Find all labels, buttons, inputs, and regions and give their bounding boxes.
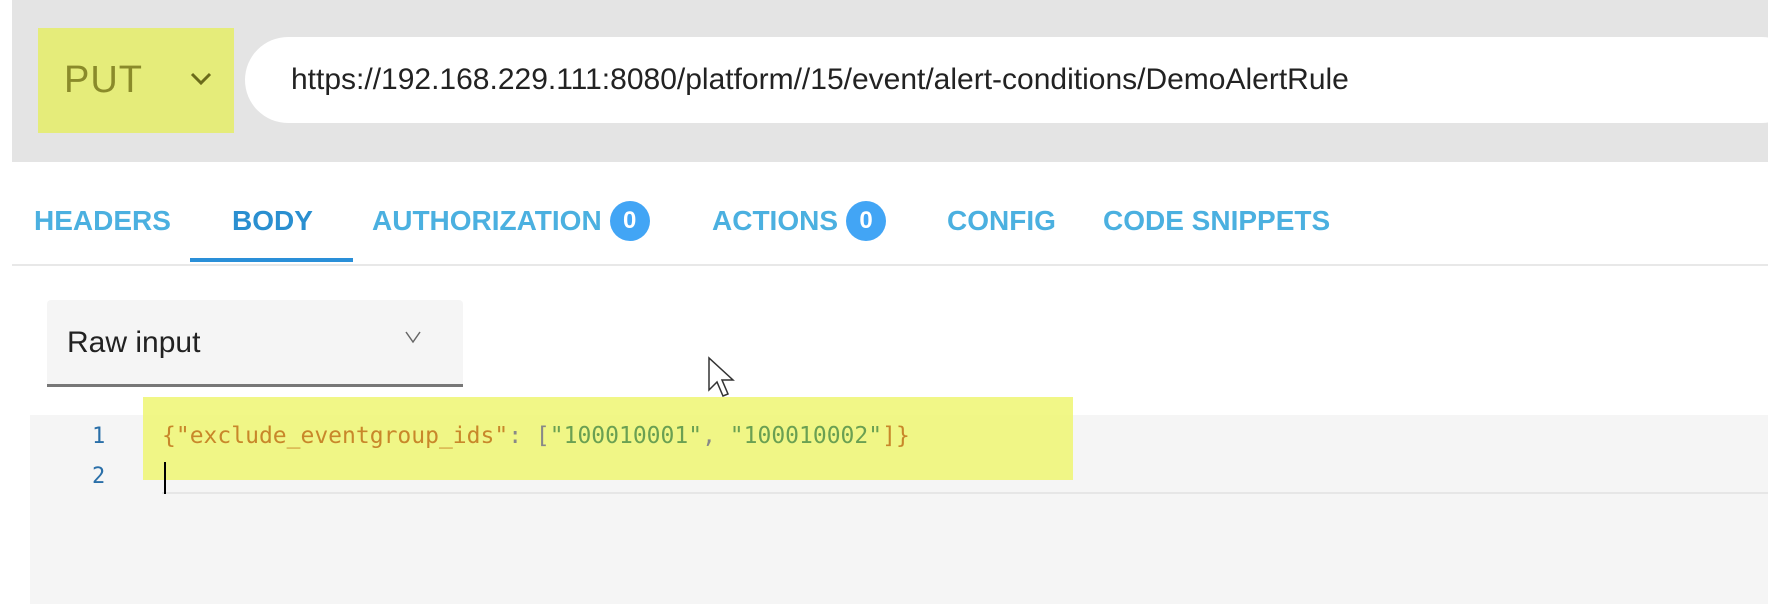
count-badge: 0 — [846, 201, 886, 241]
tab-bar: HEADERS BODY AUTHORIZATION 0 ACTIONS 0 CON… — [12, 180, 1768, 266]
line-number: 1 — [92, 424, 106, 449]
text-caret — [164, 462, 166, 494]
punct: : [ — [508, 423, 550, 449]
tab-label: ACTIONS — [712, 205, 838, 236]
body-type-select[interactable]: Raw input — [47, 300, 463, 387]
tab-label: HEADERS — [34, 205, 171, 236]
mouse-cursor-icon — [708, 356, 735, 397]
tab-authorization[interactable]: AUTHORIZATION 0 — [372, 180, 650, 262]
tab-code-snippets[interactable]: CODE SNIPPETS — [1103, 180, 1330, 262]
tab-config[interactable]: CONFIG — [947, 180, 1056, 262]
method-label: PUT — [64, 59, 143, 101]
tab-label: BODY — [232, 205, 313, 236]
tab-label: CONFIG — [947, 205, 1056, 236]
punct: , — [702, 423, 730, 449]
body-type-value: Raw input — [67, 326, 201, 359]
tab-body[interactable]: BODY — [190, 180, 353, 262]
count-badge: 0 — [609, 201, 650, 241]
tab-headers[interactable]: HEADERS — [34, 180, 171, 262]
tab-label: AUTHORIZATION — [372, 205, 602, 236]
json-value: "100010002" — [729, 423, 883, 449]
brace: { — [162, 423, 176, 449]
line-number: 2 — [92, 464, 106, 489]
chevron-down-icon — [405, 331, 421, 344]
active-line — [162, 456, 1768, 494]
tab-actions[interactable]: ACTIONS 0 — [712, 180, 886, 262]
code-line-1: {"exclude_eventgroup_ids": ["100010001",… — [162, 423, 910, 449]
json-key: "exclude_eventgroup_ids" — [175, 423, 509, 449]
url-input[interactable]: https://192.168.229.111:8080/platform//1… — [245, 37, 1768, 123]
json-value: "100010001" — [549, 423, 703, 449]
url-text: https://192.168.229.111:8080/platform//1… — [291, 63, 1349, 96]
tab-label: CODE SNIPPETS — [1103, 205, 1331, 236]
chevron-down-icon — [190, 72, 212, 86]
brace: ]} — [882, 423, 910, 449]
